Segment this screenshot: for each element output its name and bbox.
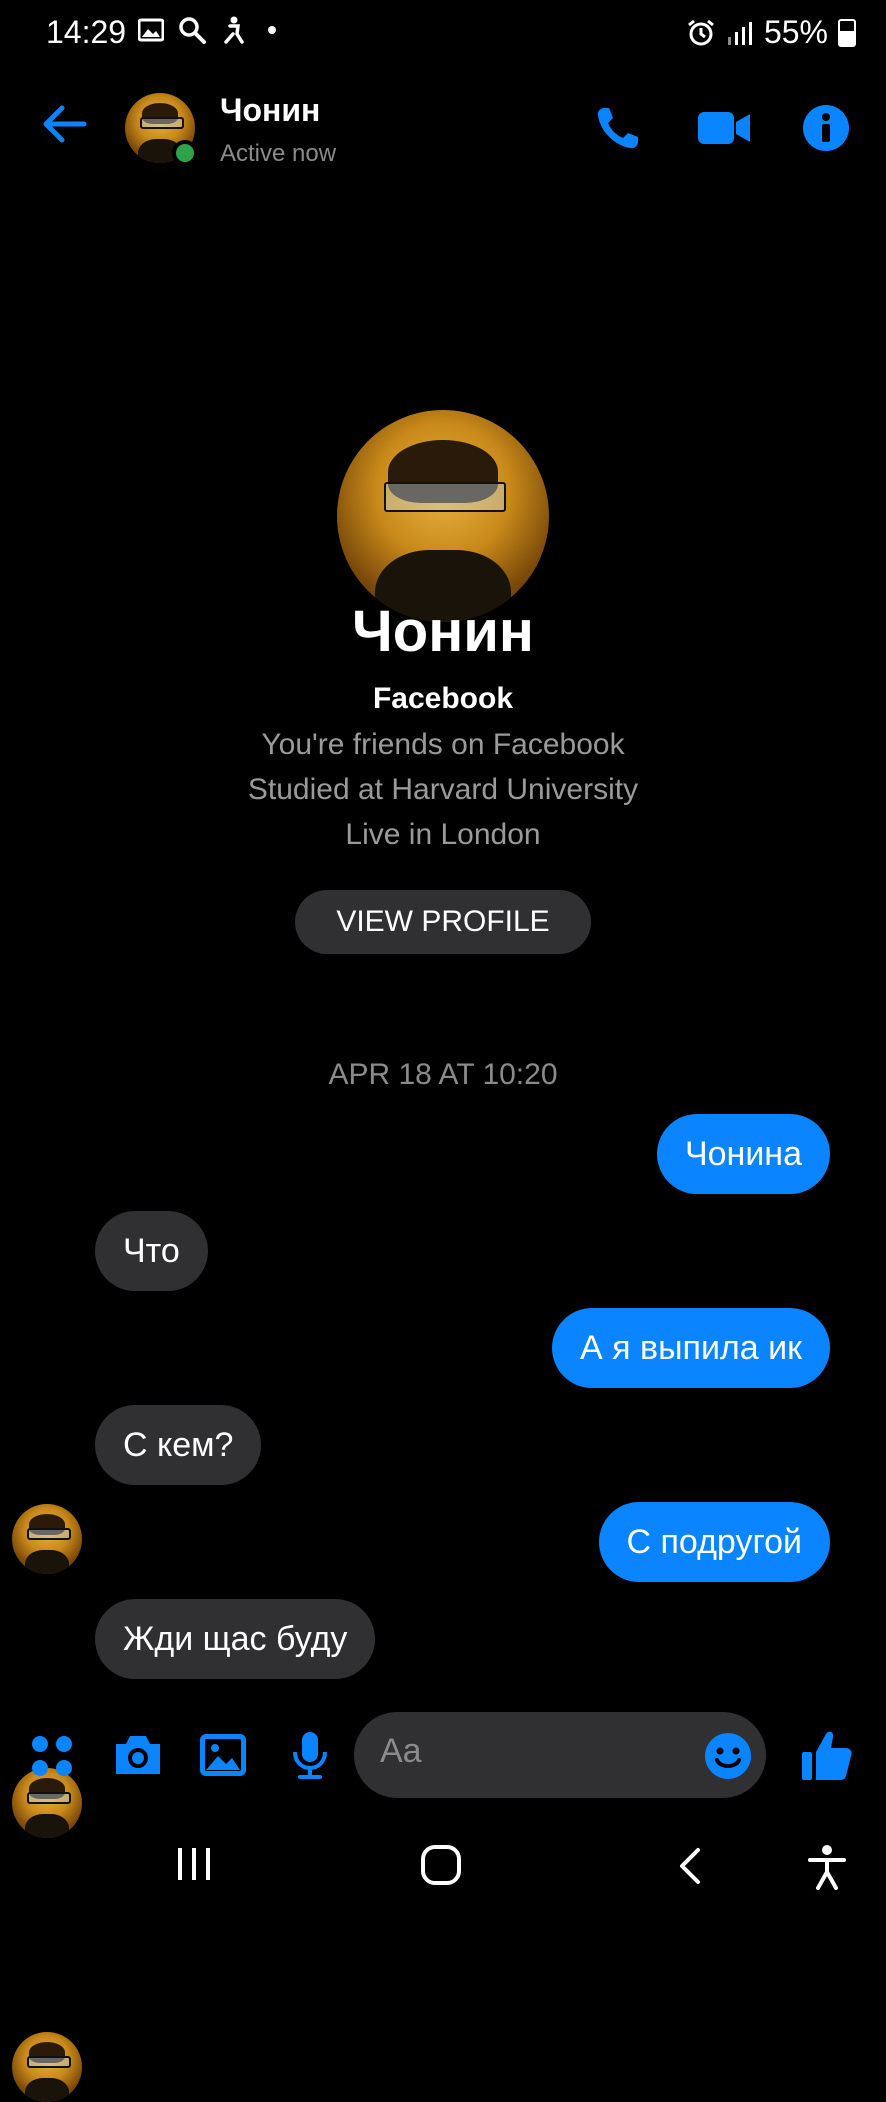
online-indicator	[172, 140, 198, 166]
status-right: 55%	[686, 14, 856, 51]
message-bubble-outgoing[interactable]: Чонина	[656, 1114, 830, 1194]
recent-apps-icon	[178, 1848, 210, 1880]
info-button[interactable]	[802, 104, 850, 157]
apps-button[interactable]	[30, 1734, 74, 1783]
view-profile-button[interactable]: VIEW PROFILE	[295, 890, 591, 954]
back-nav-icon	[680, 1848, 700, 1884]
message-input-placeholder: Aa	[380, 1732, 422, 1770]
video-call-button[interactable]	[696, 108, 752, 153]
thumbs-up-icon	[802, 1731, 852, 1780]
message-avatar[interactable]	[12, 1504, 82, 1574]
camera-button[interactable]	[112, 1732, 164, 1783]
recent-apps-button[interactable]	[174, 1846, 214, 1882]
like-button[interactable]	[800, 1728, 854, 1787]
call-button[interactable]	[594, 104, 642, 157]
microphone-icon	[293, 1732, 327, 1779]
emoji-button[interactable]	[704, 1732, 752, 1785]
message-bubble-incoming[interactable]: Что	[95, 1211, 208, 1291]
message-bubble-incoming[interactable]: С кем?	[95, 1405, 262, 1485]
message-avatar[interactable]	[12, 2032, 82, 2102]
search-notification-icon	[179, 17, 206, 44]
info-icon	[803, 105, 849, 151]
profile-location-line: Live in London	[345, 818, 541, 851]
accessibility-button[interactable]	[806, 1844, 848, 1890]
back-nav-button[interactable]	[676, 1846, 702, 1886]
profile-name: Чонин	[352, 599, 534, 664]
back-arrow-icon	[43, 105, 87, 143]
back-button[interactable]	[40, 104, 88, 149]
battery-icon	[838, 18, 856, 47]
gallery-button[interactable]	[198, 1732, 248, 1783]
profile-avatar	[337, 410, 549, 622]
more-dot-icon	[268, 26, 276, 34]
status-time: 14:29	[46, 14, 127, 50]
profile-source: Facebook	[372, 682, 514, 715]
accessibility-icon	[808, 1845, 846, 1890]
battery-percent: 55%	[763, 14, 828, 50]
home-icon	[421, 1845, 461, 1885]
message-bubble-outgoing[interactable]: А я выпила ик	[552, 1308, 830, 1388]
emoji-icon	[705, 1733, 751, 1779]
gallery-notification-icon	[138, 18, 164, 42]
contact-name[interactable]: Чонин	[220, 92, 320, 129]
date-separator: APR 18 AT 10:20	[328, 1058, 558, 1091]
gallery-icon	[200, 1734, 246, 1776]
voice-button[interactable]	[290, 1730, 330, 1785]
accessibility-notification-icon	[224, 16, 244, 44]
apps-grid-icon	[32, 1736, 72, 1776]
message-bubble-outgoing[interactable]: С подругой	[598, 1502, 830, 1582]
phone-icon	[597, 108, 638, 149]
notification-icons	[138, 16, 276, 44]
signal-icon	[727, 21, 752, 45]
alarm-icon	[688, 19, 714, 45]
home-button[interactable]	[420, 1844, 462, 1886]
video-camera-icon	[698, 112, 750, 144]
active-status: Active now	[220, 140, 337, 167]
message-bubble-incoming[interactable]: Жди щас буду	[95, 1599, 376, 1679]
profile-education-line: Studied at Harvard University	[247, 773, 639, 806]
camera-icon	[116, 1736, 160, 1774]
profile-friends-line: You're friends on Facebook	[261, 728, 625, 761]
